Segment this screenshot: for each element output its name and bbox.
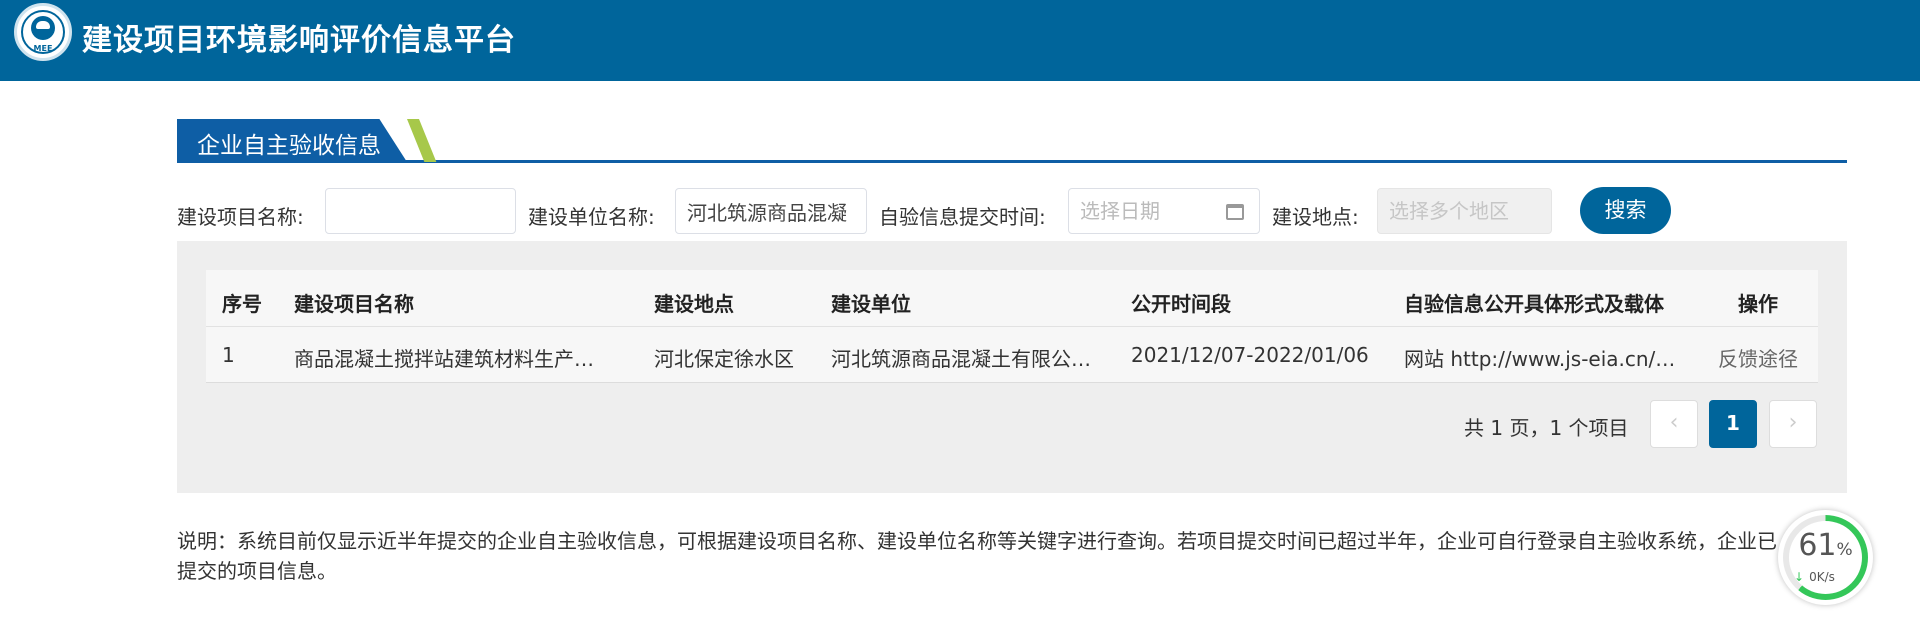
cell-location: 河北保定徐水区 (654, 347, 794, 371)
search-button[interactable]: 搜索 (1580, 187, 1671, 234)
location-label: 建设地点: (1272, 205, 1359, 229)
top-header: MEE 建设项目环境影响评价信息平台 (0, 0, 1920, 81)
download-arrow-icon: ↓ (1794, 570, 1805, 584)
project-name-input[interactable] (325, 188, 516, 234)
ministry-logo-icon: MEE (14, 3, 72, 61)
col-header-location: 建设地点 (654, 292, 734, 316)
col-header-period: 公开时间段 (1131, 292, 1231, 316)
col-header-unit: 建设单位 (831, 292, 911, 316)
description-note: 说明：系统目前仅显示近半年提交的企业自主验收信息，可根据建设项目名称、建设单位名… (177, 529, 1777, 583)
cell-carrier[interactable]: 网站 http://www.js-eia.cn/… (1404, 343, 1694, 372)
section-tab-stripe (407, 119, 437, 162)
calendar-icon[interactable] (1226, 204, 1244, 220)
cell-index: 1 (222, 343, 235, 367)
table-header: 序号 建设项目名称 建设地点 建设单位 公开时间段 自验信息公开具体形式及载体 … (206, 270, 1818, 327)
feedback-link[interactable]: 反馈途径 (1718, 343, 1798, 372)
prev-page-button[interactable]: ‹ (1650, 400, 1698, 448)
col-header-index: 序号 (222, 292, 262, 316)
speed-percent: 61% (1798, 528, 1853, 563)
network-speed-widget[interactable]: 61% ↓ 0K/s (1778, 510, 1873, 605)
table-row[interactable]: 1 商品混凝土搅拌站建筑材料生产… 河北保定徐水区 河北筑源商品混凝土有限公… … (206, 327, 1818, 383)
project-name-label: 建设项目名称: (177, 205, 304, 229)
cell-unit: 河北筑源商品混凝土有限公… (831, 347, 1091, 371)
col-header-carrier: 自验信息公开具体形式及载体 (1404, 292, 1664, 316)
site-title: 建设项目环境影响评价信息平台 (82, 23, 516, 58)
col-header-action: 操作 (1738, 292, 1778, 316)
location-select[interactable] (1377, 188, 1552, 234)
submit-time-label: 自验信息提交时间: (879, 205, 1046, 229)
next-page-button[interactable]: › (1769, 400, 1817, 448)
col-header-project: 建设项目名称 (294, 292, 414, 316)
cell-project[interactable]: 商品混凝土搅拌站建筑材料生产… (294, 343, 634, 372)
section-tab-title: 企业自主验收信息 (197, 133, 381, 159)
logo-text: MEE (33, 44, 53, 53)
page-1-button[interactable]: 1 (1709, 400, 1757, 448)
unit-name-label: 建设单位名称: (528, 205, 655, 229)
pagination-info: 共 1 页，1 个项目 (1464, 416, 1629, 440)
speed-rate: ↓ 0K/s (1794, 570, 1835, 584)
unit-name-input[interactable] (675, 188, 867, 234)
cell-period: 2021/12/07-2022/01/06 (1131, 343, 1369, 367)
